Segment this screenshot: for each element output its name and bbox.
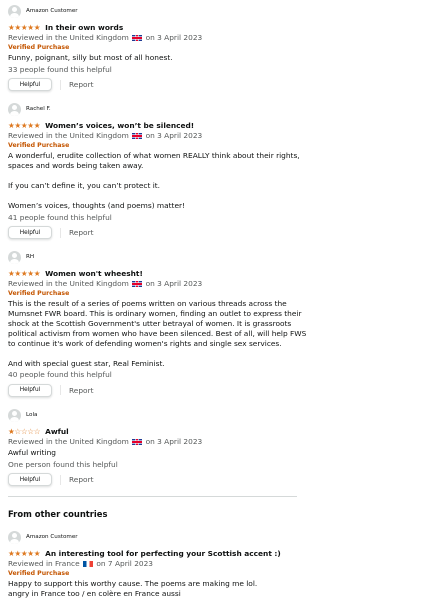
review-item: Lola ★ ☆ ☆ ☆ ☆ Awful Reviewed in the United … [8,406,202,487]
reviewer-name: RH [26,254,35,260]
helpful-button[interactable]: Helpful [8,383,52,397]
review-item: RH ★ ★ ★ ★ ★ Women won't wheesht! Reviewed i… [8,248,306,397]
helpful-count: One person found this helpful [8,459,118,469]
reviewer-name: Amazon Customer [26,534,78,540]
review-country: Reviewed in the United Kingdom [8,131,129,140]
review-body-line: And with special guest star, Real Femini… [8,358,165,368]
review-body-line: If you can’t define it, you can’t protec… [8,180,161,190]
reviewer-name: Rachel F. [26,106,51,112]
review-date: Reviewed in France on 7 April 2023 [8,559,308,569]
reviewer-name: Lola [26,412,38,418]
uk-flag-icon [132,438,143,445]
uk-flag-icon [132,280,143,287]
review-date: Reviewed in the United Kingdom on 3 Apri… [8,131,300,141]
review-country: Reviewed in France [8,559,80,568]
reviewer-profile[interactable]: Amazon Customer [8,528,308,546]
review-title[interactable]: An interesting tool for perfecting your … [45,549,281,558]
review-item: Amazon Customer ★ ★ ★ ★ ★ An interesting too… [8,528,308,599]
uk-flag-icon [132,34,143,41]
reviewer-profile[interactable]: Amazon Customer [8,2,202,20]
review-body: Awful writing [8,448,202,458]
section-divider [8,496,297,497]
review-country: Reviewed in the United Kingdom [8,437,129,446]
star-empty-icon: ☆ [33,426,41,436]
divider [60,79,61,90]
review-body-line [8,191,300,201]
verified-purchase-badge[interactable]: Verified Purchase [8,569,308,578]
helpful-count: 33 people found this helpful [8,64,112,74]
france-flag-icon [82,560,93,567]
other-countries-heading: From other countries [8,509,108,519]
star-filled-icon: ★ [33,22,41,32]
helpful-count: 41 people found this helpful [8,212,112,222]
review-country: Reviewed in the United Kingdom [8,279,129,288]
reviewer-profile[interactable]: Rachel F. [8,100,300,118]
review-body-line [8,349,306,359]
review-body-line: Funny, poignant, silly but most of all h… [8,53,173,62]
review-title[interactable]: In their own words [45,23,123,32]
review-body-line: Mumsnet FWR board. This is ordinary wome… [8,308,302,318]
reviewer-profile[interactable]: RH [8,248,306,266]
review-body-line: This is the result of a series of poems … [8,299,287,308]
star-filled-icon: ★ [33,268,41,278]
review-body-line: Awful writing [8,448,56,457]
review-body-line [8,171,300,181]
review-date: Reviewed in the United Kingdom on 3 Apri… [8,279,306,289]
review-body: This is the result of a series of poems … [8,299,306,368]
review-date-text: on 3 April 2023 [145,131,203,140]
review-body-line: spaces and words being taken away. [8,160,144,170]
avatar-icon [8,102,21,116]
review-item: Amazon Customer ★ ★ ★ ★ ★ In their own words… [8,2,202,92]
divider [60,227,61,238]
star-rating[interactable]: ★ ★ ★ ★ ★ [8,22,41,32]
report-link[interactable]: Report [69,80,94,89]
star-rating[interactable]: ★ ☆ ☆ ☆ ☆ [8,426,41,436]
star-rating[interactable]: ★ ★ ★ ★ ★ [8,548,41,558]
review-body-line: Women’s voices, thoughts (and poems) mat… [8,200,185,210]
review-date-text: on 3 April 2023 [145,279,203,288]
review-title[interactable]: Women’s voices, won’t be silenced! [45,121,194,130]
review-body-line: shock at the Scottish Government's utter… [8,318,292,328]
avatar-icon [8,530,21,544]
verified-purchase-badge[interactable]: Verified Purchase [8,141,300,150]
helpful-button[interactable]: Helpful [8,473,52,487]
divider [60,385,61,396]
review-body-line: A wonderful, erudite collection of what … [8,151,300,160]
verified-purchase-badge[interactable]: Verified Purchase [8,43,202,52]
avatar-icon [8,250,21,264]
review-body-line: political activism from women who have b… [8,328,307,338]
reviewer-name: Amazon Customer [26,8,78,14]
helpful-count: 40 people found this helpful [8,370,112,380]
reviewer-profile[interactable]: Lola [8,406,202,424]
helpful-button[interactable]: Helpful [8,78,52,92]
report-link[interactable]: Report [69,228,94,237]
verified-purchase-badge[interactable]: Verified Purchase [8,289,306,298]
report-link[interactable]: Report [69,386,94,395]
review-date: Reviewed in the United Kingdom on 3 Apri… [8,437,202,447]
helpful-button[interactable]: Helpful [8,226,52,240]
review-title[interactable]: Awful [45,427,69,436]
review-body: Funny, poignant, silly but most of all h… [8,53,202,63]
star-filled-icon: ★ [33,548,41,558]
avatar-icon [8,4,21,18]
review-date-text: on 3 April 2023 [145,33,203,42]
star-rating[interactable]: ★ ★ ★ ★ ★ [8,120,41,130]
review-body: Happy to support this worthy cause. The … [8,579,308,599]
review-body: A wonderful, erudite collection of what … [8,151,300,211]
star-filled-icon: ★ [33,120,41,130]
avatar-icon [8,408,21,422]
report-link[interactable]: Report [69,475,94,484]
review-date-text: on 3 April 2023 [145,437,203,446]
uk-flag-icon [132,132,143,139]
review-body-line: angry in France too / en colère en Franc… [8,588,181,598]
star-rating[interactable]: ★ ★ ★ ★ ★ [8,268,41,278]
review-body-line: Happy to support this worthy cause. The … [8,579,258,588]
review-date-text: on 7 April 2023 [96,559,154,568]
review-item: Rachel F. ★ ★ ★ ★ ★ Women’s voices, won’t be… [8,100,300,240]
review-title[interactable]: Women won't wheesht! [45,269,143,278]
review-country: Reviewed in the United Kingdom [8,33,129,42]
review-body-line: to continue it's work of defending women… [8,338,282,348]
divider [60,474,61,485]
review-date: Reviewed in the United Kingdom on 3 Apri… [8,33,202,43]
